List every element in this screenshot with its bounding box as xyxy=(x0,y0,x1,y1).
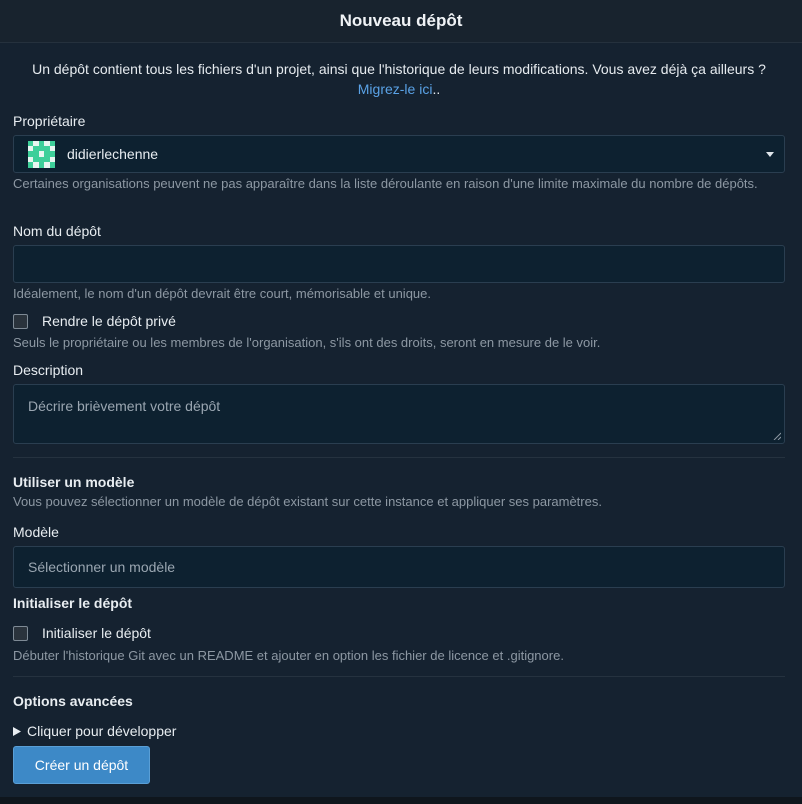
template-section-title: Utiliser un modèle xyxy=(13,474,135,490)
init-checkbox[interactable] xyxy=(13,625,28,641)
private-checkbox[interactable] xyxy=(13,313,28,329)
description-placeholder: Décrire brièvement votre dépôt xyxy=(28,398,221,414)
page-footer-edge xyxy=(0,797,802,804)
create-repo-button[interactable]: Créer un dépôt xyxy=(13,746,150,784)
description-textarea[interactable]: Décrire brièvement votre dépôt xyxy=(13,384,785,444)
repo-name-label: Nom du dépôt xyxy=(13,223,101,239)
init-section-title: Initialiser le dépôt xyxy=(13,595,133,611)
triangle-right-icon xyxy=(13,726,21,736)
init-label[interactable]: Initialiser le dépôt xyxy=(42,625,151,641)
description-label: Description xyxy=(13,362,84,378)
resize-handle-icon[interactable] xyxy=(773,432,781,440)
template-select[interactable]: Sélectionner un modèle xyxy=(13,546,785,588)
page-title: Nouveau dépôt xyxy=(339,11,463,30)
owner-value: didierlechenne xyxy=(67,146,159,162)
private-help: Seuls le propriétaire ou les membres de … xyxy=(13,335,601,350)
private-label[interactable]: Rendre le dépôt privé xyxy=(42,313,176,329)
repo-name-help: Idéalement, le nom d'un dépôt devrait êt… xyxy=(13,286,431,301)
owner-label: Propriétaire xyxy=(13,113,86,129)
advanced-section-title: Options avancées xyxy=(13,693,133,709)
template-section-help: Vous pouvez sélectionner un modèle de dé… xyxy=(13,494,602,509)
advanced-toggle-label: Cliquer pour développer xyxy=(27,723,177,739)
page-header: Nouveau dépôt xyxy=(0,0,802,43)
intro-text: Un dépôt contient tous les fichiers d'un… xyxy=(13,43,785,99)
template-placeholder: Sélectionner un modèle xyxy=(28,559,176,575)
owner-select[interactable]: didierlechenne xyxy=(13,135,785,173)
template-label: Modèle xyxy=(13,524,59,540)
intro-description: Un dépôt contient tous les fichiers d'un… xyxy=(32,61,766,77)
migrate-link[interactable]: Migrez-le ici xyxy=(358,81,433,97)
divider xyxy=(13,676,785,677)
init-help: Débuter l'historique Git avec un README … xyxy=(13,648,564,663)
new-repo-page: Nouveau dépôt Un dépôt contient tous les… xyxy=(0,0,802,804)
divider xyxy=(13,457,785,458)
owner-help: Certaines organisations peuvent ne pas a… xyxy=(13,176,758,191)
chevron-down-icon xyxy=(766,152,774,157)
repo-name-input[interactable] xyxy=(13,245,785,283)
init-row: Initialiser le dépôt xyxy=(13,625,151,641)
intro-suffix: .. xyxy=(432,81,441,97)
advanced-toggle[interactable]: Cliquer pour développer xyxy=(13,723,176,739)
owner-avatar xyxy=(28,140,55,168)
private-row: Rendre le dépôt privé xyxy=(13,313,176,329)
